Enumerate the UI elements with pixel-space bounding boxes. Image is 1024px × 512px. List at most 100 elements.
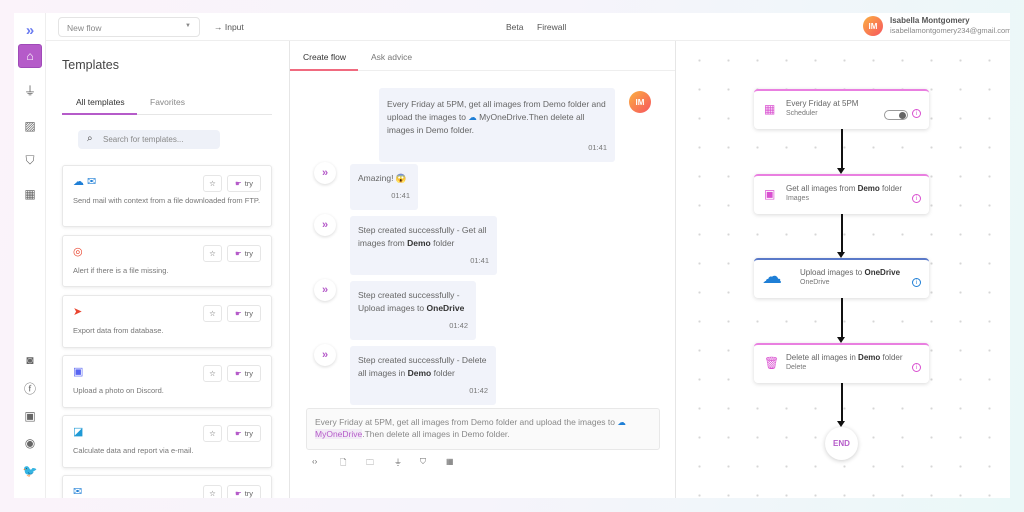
logo-icon: » xyxy=(321,167,329,179)
logo-icon: » xyxy=(321,349,329,361)
template-app-icon: ✉ xyxy=(73,486,83,498)
flow-node[interactable]: ☁ Upload images to OneDrive OneDrive i xyxy=(754,258,929,298)
favorite-button[interactable]: ☆ xyxy=(203,425,222,442)
pointer-icon: ☛ xyxy=(234,369,242,378)
favorite-button[interactable]: ☆ xyxy=(203,305,222,322)
pointer-icon: ☛ xyxy=(234,179,242,188)
info-icon[interactable]: i xyxy=(912,363,921,372)
try-button[interactable]: ☛ try xyxy=(227,175,261,192)
favorite-button[interactable]: ☆ xyxy=(203,175,222,192)
tab-create-flow[interactable]: Create flow xyxy=(303,52,346,62)
bot-avatar: » xyxy=(314,344,336,366)
home-icon[interactable]: ⌂ xyxy=(18,44,42,68)
star-icon: ☆ xyxy=(209,249,216,258)
search-input[interactable]: ⌕ Search for templates... xyxy=(78,130,220,149)
template-card[interactable]: ☁ ✉ ☆ ☛ try Send mail with context from a… xyxy=(62,165,272,227)
template-card[interactable]: ➤ ☆ ☛ try Export data from database. xyxy=(62,295,272,348)
template-description: Send mail with context from a file downl… xyxy=(73,196,261,205)
template-card[interactable]: ◎ ☆ ☛ try Alert if there is a file missin… xyxy=(62,235,272,287)
star-icon: ☆ xyxy=(209,429,216,438)
message-bold: Demo xyxy=(407,368,432,378)
plug-icon[interactable]: ⏚ xyxy=(18,78,42,102)
pointer-icon: ☛ xyxy=(234,309,242,318)
template-app-icon: ➤ xyxy=(73,306,83,318)
star-icon: ☆ xyxy=(209,179,216,188)
template-description: Alert if there is a file missing. xyxy=(73,266,169,275)
template-card[interactable]: ◪ ☆ ☛ try Calculate data and report via e… xyxy=(62,415,272,468)
favorite-button[interactable]: ☆ xyxy=(203,365,222,382)
message-time: 01:41 xyxy=(470,256,489,265)
end-node[interactable]: END xyxy=(825,427,858,460)
shield-icon[interactable]: ⛉ xyxy=(18,148,42,172)
message-bold: OneDrive xyxy=(426,303,465,313)
search-icon: ⌕ xyxy=(87,133,93,144)
flow-select-value: New flow xyxy=(67,23,102,33)
input-button[interactable]: → Input xyxy=(214,22,244,32)
linkedin-icon[interactable]: ▣ xyxy=(18,404,42,428)
try-label: try xyxy=(244,249,254,258)
try-label: try xyxy=(244,489,254,498)
template-card[interactable]: ▣ ☆ ☛ try Upload a photo on Discord. xyxy=(62,355,272,408)
twitter-icon[interactable]: 🐦 xyxy=(18,459,42,483)
try-label: try xyxy=(244,309,254,318)
info-icon[interactable]: i xyxy=(912,194,921,203)
beta-link[interactable]: Beta xyxy=(506,22,524,32)
try-button[interactable]: ☛ try xyxy=(227,425,261,442)
logo-icon[interactable]: » xyxy=(18,18,42,42)
shield-icon[interactable]: ⛉ xyxy=(420,457,426,467)
flow-node[interactable]: 🗑 Delete all images in Demo folder Delet… xyxy=(754,343,929,383)
message-time: 01:42 xyxy=(469,386,488,395)
try-button[interactable]: ☛ try xyxy=(227,365,261,382)
dashboard-icon[interactable]: ▦ xyxy=(446,457,454,466)
tab-favorites[interactable]: Favorites xyxy=(150,97,185,107)
node-subtitle: Images xyxy=(786,195,809,202)
connector-line xyxy=(841,214,843,252)
info-icon[interactable]: i xyxy=(912,109,921,118)
template-app-icon: ▣ xyxy=(73,366,84,378)
enable-toggle[interactable] xyxy=(884,110,908,120)
dashboard-icon[interactable]: ▦ xyxy=(18,182,42,206)
favorite-button[interactable]: ☆ xyxy=(203,245,222,262)
top-bar: New flow ▼ → Input Beta Firewall IM Isabe… xyxy=(46,13,1010,41)
connector-line xyxy=(841,383,843,421)
search-placeholder: Search for templates... xyxy=(103,135,184,144)
plug-icon[interactable]: ⏚ xyxy=(394,457,402,468)
app-window: » ⌂ ⏚ ▨ ⛉ ▦ ◙ ⓕ ▣ ◉ 🐦 New flow ▼ → Input … xyxy=(14,13,1010,498)
try-button[interactable]: ☛ try xyxy=(227,305,261,322)
try-button[interactable]: ☛ try xyxy=(227,245,261,262)
logo-icon: » xyxy=(321,219,329,231)
firewall-link[interactable]: Firewall xyxy=(537,22,566,32)
favorite-button[interactable]: ☆ xyxy=(203,485,222,498)
file-icon[interactable]: 🗋 xyxy=(340,457,346,471)
message-time: 01:41 xyxy=(588,143,607,152)
node-subtitle: OneDrive xyxy=(800,279,830,286)
onedrive-icon: ☁ xyxy=(762,266,782,288)
code-icon[interactable]: ‹› xyxy=(312,457,317,466)
tab-ask-advice[interactable]: Ask advice xyxy=(371,52,412,62)
flow-node[interactable]: ▣ Get all images from Demo folder Images… xyxy=(754,174,929,214)
flow-canvas[interactable]: ▦ Every Friday at 5PM Scheduler i ▣ Get … xyxy=(676,41,1010,498)
active-tab-indicator xyxy=(290,69,358,71)
chat-input[interactable]: Every Friday at 5PM, get all images from… xyxy=(306,408,660,450)
message-text: Amazing! 😱 xyxy=(358,173,407,183)
try-label: try xyxy=(244,369,254,378)
template-card[interactable]: ✉ ☆ ☛ try xyxy=(62,475,272,498)
flow-select[interactable]: New flow ▼ xyxy=(58,17,200,37)
input-link: MyOneDrive xyxy=(315,429,363,439)
folder-icon[interactable]: 🗀 xyxy=(366,457,374,471)
image-icon[interactable]: ▨ xyxy=(18,114,42,138)
connector-line xyxy=(841,129,843,168)
flow-node[interactable]: ▦ Every Friday at 5PM Scheduler i xyxy=(754,89,929,129)
try-button[interactable]: ☛ try xyxy=(227,485,261,498)
try-label: try xyxy=(244,179,254,188)
user-message: Every Friday at 5PM, get all images from… xyxy=(379,88,615,162)
message-time: 01:42 xyxy=(449,321,468,330)
tab-all-templates[interactable]: All templates xyxy=(76,97,125,107)
node-title: Upload images to OneDrive xyxy=(800,268,901,277)
user-profile[interactable]: IM Isabella Montgomery isabellamontgomery… xyxy=(863,16,1010,36)
facebook-icon[interactable]: ⓕ xyxy=(18,376,42,400)
info-icon[interactable]: i xyxy=(912,278,921,287)
discord-icon[interactable]: ◙ xyxy=(18,348,42,372)
caret-down-icon: ▼ xyxy=(185,23,191,29)
reddit-icon[interactable]: ◉ xyxy=(18,431,42,455)
